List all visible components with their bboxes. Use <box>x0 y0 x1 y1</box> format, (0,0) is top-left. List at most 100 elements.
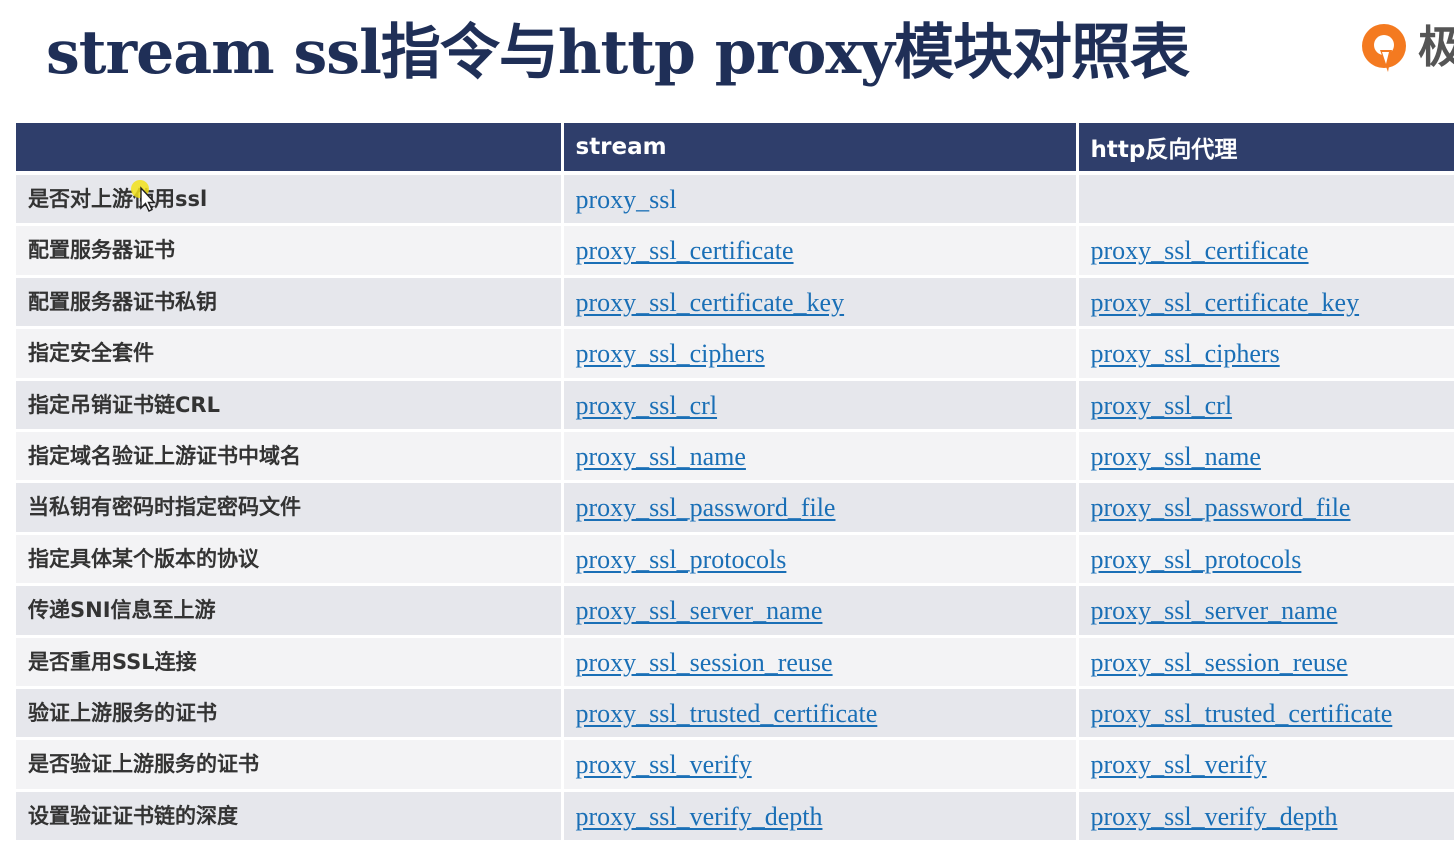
stream-directive-cell: proxy_ssl_session_reuse <box>562 636 1079 689</box>
stream-directive-link[interactable]: proxy_ssl_password_file <box>576 483 836 523</box>
table-row: 指定安全套件 proxy_ssl_ciphers proxy_ssl_ciphers <box>16 327 1454 381</box>
http-directive-link[interactable]: proxy_ssl_verify <box>1091 740 1267 780</box>
stream-directive-link[interactable]: proxy_ssl_certificate_key <box>576 278 845 318</box>
slide: stream ssl指令与http proxy模块对照表 极 stream ht… <box>0 0 1454 850</box>
stream-directive-link[interactable]: proxy_ssl_crl <box>576 381 718 421</box>
geek-logo-icon <box>1362 24 1406 72</box>
stream-directive-link[interactable]: proxy_ssl_verify <box>576 740 752 780</box>
http-directive-cell: proxy_ssl_password_file <box>1077 481 1454 535</box>
http-directive-cell: proxy_ssl_name <box>1077 430 1454 484</box>
stream-directive-cell: proxy_ssl_crl <box>562 379 1079 432</box>
feature-cell: 是否重用SSL连接 <box>16 636 564 689</box>
stream-directive-link[interactable]: proxy_ssl_ciphers <box>576 329 765 369</box>
http-directive-link[interactable]: proxy_ssl_protocols <box>1091 535 1302 575</box>
comparison-table: stream http反向代理 是否对上游使用ssl proxy_ssl 配置服务器… <box>16 123 1454 844</box>
feature-label: 指定吊销证书链CRL <box>28 392 220 417</box>
http-directive-link[interactable]: proxy_ssl_password_file <box>1091 483 1351 523</box>
stream-directive-link[interactable]: proxy_ssl_trusted_certificate <box>576 689 878 729</box>
stream-directive-link[interactable]: proxy_ssl_verify_depth <box>576 792 823 832</box>
feature-cell: 是否对上游使用ssl <box>16 173 564 227</box>
stream-directive-cell: proxy_ssl_ciphers <box>562 327 1079 381</box>
logo: 极 <box>1356 16 1454 80</box>
http-directive-link[interactable]: proxy_ssl_session_reuse <box>1091 638 1348 678</box>
feature-label: 配置服务器证书私钥 <box>28 289 217 314</box>
stream-directive-link[interactable]: proxy_ssl_server_name <box>576 586 823 626</box>
feature-label: 是否对上游使用ssl <box>28 187 208 211</box>
http-directive-cell: proxy_ssl_ciphers <box>1077 327 1454 381</box>
feature-cell: 指定吊销证书链CRL <box>16 379 564 432</box>
table-row: 配置服务器证书 proxy_ssl_certificate proxy_ssl_ce… <box>16 224 1454 278</box>
table-row: 当私钥有密码时指定密码文件 proxy_ssl_password_file prox… <box>16 481 1454 535</box>
http-directive-link[interactable]: proxy_ssl_ciphers <box>1091 329 1280 369</box>
stream-directive-cell: proxy_ssl_certificate_key <box>562 276 1079 330</box>
feature-cell: 设置验证证书链的深度 <box>16 790 564 844</box>
feature-cell: 传递SNI信息至上游 <box>16 584 564 638</box>
table-row: 指定域名验证上游证书中域名 proxy_ssl_name proxy_ssl_nam… <box>16 430 1454 484</box>
stream-directive-cell: proxy_ssl <box>562 173 1079 227</box>
table-header-row: stream http反向代理 <box>16 123 1454 175</box>
stream-directive-link[interactable]: proxy_ssl_session_reuse <box>576 638 833 678</box>
table-row: 是否验证上游服务的证书 proxy_ssl_verify proxy_ssl_ver… <box>16 738 1454 792</box>
feature-cell: 是否验证上游服务的证书 <box>16 738 564 792</box>
feature-cell: 配置服务器证书私钥 <box>16 276 564 330</box>
stream-directive-link: proxy_ssl <box>575 185 677 214</box>
stream-directive-cell: proxy_ssl_trusted_certificate <box>562 687 1079 741</box>
feature-label: 传递SNI信息至上游 <box>28 598 216 623</box>
header-feature <box>16 123 564 175</box>
table-row: 设置验证证书链的深度 proxy_ssl_verify_depth proxy_ss… <box>16 790 1454 844</box>
table-row: 是否重用SSL连接 proxy_ssl_session_reuse proxy_ss… <box>16 636 1454 689</box>
header-stream: stream <box>562 123 1079 175</box>
table-row: 配置服务器证书私钥 proxy_ssl_certificate_key proxy_… <box>16 276 1454 330</box>
http-directive-cell: proxy_ssl_certificate_key <box>1077 276 1454 330</box>
feature-label: 设置验证证书链的深度 <box>28 803 238 828</box>
http-directive-cell: proxy_ssl_trusted_certificate <box>1077 687 1454 741</box>
stream-directive-link[interactable]: proxy_ssl_protocols <box>576 535 787 575</box>
table-row: 传递SNI信息至上游 proxy_ssl_server_name proxy_ssl… <box>16 584 1454 638</box>
http-directive-link[interactable]: proxy_ssl_verify_depth <box>1091 792 1338 832</box>
feature-cell: 指定具体某个版本的协议 <box>16 533 564 587</box>
feature-label: 指定域名验证上游证书中域名 <box>28 443 301 468</box>
feature-label: 是否验证上游服务的证书 <box>28 752 259 777</box>
stream-directive-cell: proxy_ssl_verify_depth <box>562 790 1079 844</box>
http-directive-link[interactable]: proxy_ssl_certificate_key <box>1091 278 1360 318</box>
stream-directive-cell: proxy_ssl_password_file <box>562 481 1079 535</box>
feature-label: 配置服务器证书 <box>28 238 175 263</box>
feature-cell: 指定域名验证上游证书中域名 <box>16 430 564 484</box>
stream-directive-cell: proxy_ssl_certificate <box>562 224 1079 278</box>
feature-label: 指定安全套件 <box>28 341 154 366</box>
http-directive-link[interactable]: proxy_ssl_trusted_certificate <box>1091 689 1393 729</box>
stream-directive-cell: proxy_ssl_verify <box>562 738 1079 792</box>
feature-cell: 验证上游服务的证书 <box>16 687 564 741</box>
stream-directive-cell: proxy_ssl_name <box>562 430 1079 484</box>
stream-directive-link[interactable]: proxy_ssl_certificate <box>576 226 794 266</box>
stream-directive-link[interactable]: proxy_ssl_name <box>576 432 746 472</box>
http-directive-link[interactable]: proxy_ssl_certificate <box>1091 226 1309 266</box>
http-directive-cell: proxy_ssl_verify <box>1077 738 1454 792</box>
feature-label: 是否重用SSL连接 <box>28 649 197 674</box>
feature-label: 指定具体某个版本的协议 <box>28 546 259 571</box>
feature-label: 验证上游服务的证书 <box>28 700 217 725</box>
http-directive-cell: proxy_ssl_server_name <box>1077 584 1454 638</box>
stream-directive-cell: proxy_ssl_server_name <box>562 584 1079 638</box>
table-body: 是否对上游使用ssl proxy_ssl 配置服务器证书 proxy_ssl_cert… <box>16 173 1454 844</box>
table-row: 是否对上游使用ssl proxy_ssl <box>16 173 1454 227</box>
http-directive-cell: proxy_ssl_verify_depth <box>1077 790 1454 844</box>
feature-cell: 当私钥有密码时指定密码文件 <box>16 481 564 535</box>
http-directive-cell: proxy_ssl_session_reuse <box>1077 636 1454 689</box>
http-directive-cell <box>1077 173 1454 227</box>
http-directive-link[interactable]: proxy_ssl_crl <box>1091 381 1233 421</box>
header-http: http反向代理 <box>1077 123 1454 175</box>
table-row: 指定具体某个版本的协议 proxy_ssl_protocols proxy_ssl_… <box>16 533 1454 587</box>
page-title: stream ssl指令与http proxy模块对照表 <box>46 18 1190 88</box>
feature-label: 当私钥有密码时指定密码文件 <box>28 495 301 520</box>
logo-text: 极 <box>1418 22 1454 73</box>
stream-directive-cell: proxy_ssl_protocols <box>562 533 1079 587</box>
table-row: 指定吊销证书链CRL proxy_ssl_crl proxy_ssl_crl <box>16 379 1454 432</box>
http-directive-link[interactable]: proxy_ssl_server_name <box>1091 586 1338 626</box>
feature-cell: 配置服务器证书 <box>16 224 564 278</box>
feature-cell: 指定安全套件 <box>16 327 564 381</box>
http-directive-link[interactable]: proxy_ssl_name <box>1091 432 1261 472</box>
table-row: 验证上游服务的证书 proxy_ssl_trusted_certificate pr… <box>16 687 1454 741</box>
http-directive-cell: proxy_ssl_crl <box>1077 379 1454 432</box>
http-directive-cell: proxy_ssl_protocols <box>1077 533 1454 587</box>
